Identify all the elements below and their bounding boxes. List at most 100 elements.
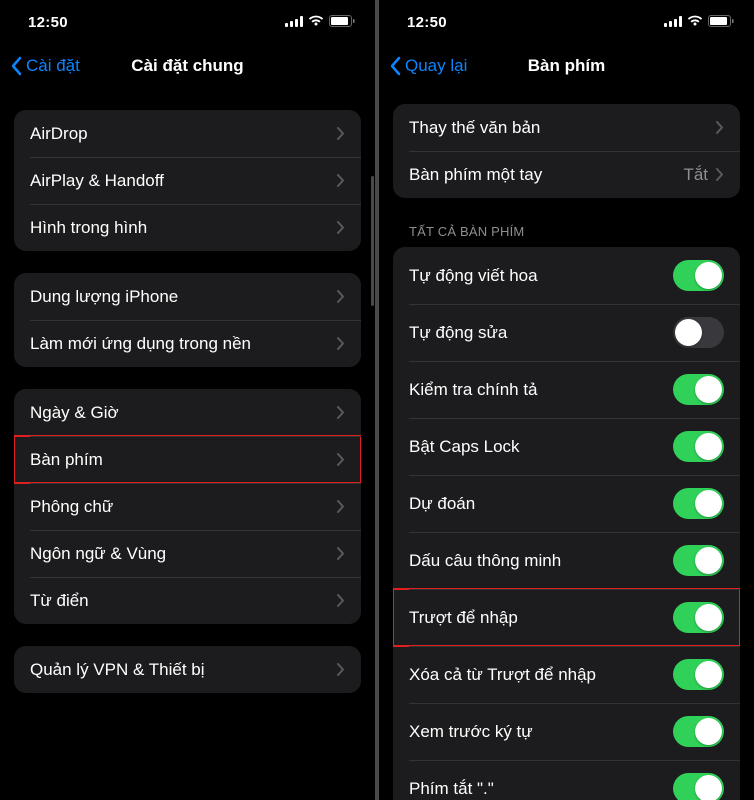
group-2: Ngày & Giờ Bàn phím Phông chữ Ngôn ngữ &… bbox=[14, 389, 361, 624]
chevron-right-icon bbox=[716, 121, 724, 134]
row-character-preview: Xem trước ký tự bbox=[393, 703, 740, 760]
row-label: Phím tắt "." bbox=[409, 779, 673, 799]
row-label: Quản lý VPN & Thiết bị bbox=[30, 660, 337, 680]
row-label: Kiểm tra chính tả bbox=[409, 380, 673, 400]
nav-bar: Cài đặt Cài đặt chung bbox=[0, 44, 375, 88]
row-pip[interactable]: Hình trong hình bbox=[14, 204, 361, 251]
signal-icon bbox=[664, 14, 682, 31]
status-time: 12:50 bbox=[28, 14, 68, 31]
content-left: AirDrop AirPlay & Handoff Hình trong hìn… bbox=[0, 88, 375, 800]
toggle-auto-capitalization[interactable] bbox=[673, 260, 724, 291]
content-right: Thay thế văn bản Bàn phím một tay Tắt TẤ… bbox=[379, 88, 754, 800]
row-check-spelling: Kiểm tra chính tả bbox=[393, 361, 740, 418]
chevron-right-icon bbox=[337, 174, 345, 187]
row-label: Bật Caps Lock bbox=[409, 437, 673, 457]
row-label: Dấu câu thông minh bbox=[409, 551, 673, 571]
row-airdrop[interactable]: AirDrop bbox=[14, 110, 361, 157]
row-label: Trượt để nhập bbox=[409, 608, 673, 628]
section-header-all-keyboards: TẤT CẢ BÀN PHÍM bbox=[393, 198, 740, 247]
row-vpn-device[interactable]: Quản lý VPN & Thiết bị bbox=[14, 646, 361, 693]
back-label: Cài đặt bbox=[26, 56, 80, 76]
wifi-icon bbox=[308, 14, 324, 31]
toggle-smart-punctuation[interactable] bbox=[673, 545, 724, 576]
battery-icon bbox=[708, 14, 734, 31]
row-one-handed-keyboard[interactable]: Bàn phím một tay Tắt bbox=[393, 151, 740, 198]
row-background-refresh[interactable]: Làm mới ứng dụng trong nền bbox=[14, 320, 361, 367]
group-top: Thay thế văn bản Bàn phím một tay Tắt bbox=[393, 104, 740, 198]
status-icons bbox=[285, 14, 355, 31]
row-language-region[interactable]: Ngôn ngữ & Vùng bbox=[14, 530, 361, 577]
toggle-predictive[interactable] bbox=[673, 488, 724, 519]
row-predictive: Dự đoán bbox=[393, 475, 740, 532]
row-caps-lock: Bật Caps Lock bbox=[393, 418, 740, 475]
row-label: Xóa cả từ Trượt để nhập bbox=[409, 665, 673, 685]
row-auto-correction: Tự động sửa bbox=[393, 304, 740, 361]
chevron-right-icon bbox=[337, 406, 345, 419]
row-text-replacement[interactable]: Thay thế văn bản bbox=[393, 104, 740, 151]
status-icons bbox=[664, 14, 734, 31]
group-toggles: Tự động viết hoa Tự động sửa Kiểm tra ch… bbox=[393, 247, 740, 800]
row-delete-slide-to-type: Xóa cả từ Trượt để nhập bbox=[393, 646, 740, 703]
row-iphone-storage[interactable]: Dung lượng iPhone bbox=[14, 273, 361, 320]
row-label: Hình trong hình bbox=[30, 218, 337, 238]
signal-icon bbox=[285, 14, 303, 31]
status-bar: 12:50 bbox=[0, 0, 375, 44]
row-label: Ngày & Giờ bbox=[30, 403, 337, 423]
chevron-right-icon bbox=[337, 290, 345, 303]
row-value: Tắt bbox=[683, 165, 708, 185]
chevron-right-icon bbox=[337, 663, 345, 676]
toggle-delete-slide-to-type[interactable] bbox=[673, 659, 724, 690]
chevron-right-icon bbox=[337, 594, 345, 607]
chevron-right-icon bbox=[337, 547, 345, 560]
chevron-right-icon bbox=[337, 453, 345, 466]
row-label: Dung lượng iPhone bbox=[30, 287, 337, 307]
row-label: Tự động viết hoa bbox=[409, 266, 673, 286]
battery-icon bbox=[329, 14, 355, 31]
scrollbar[interactable] bbox=[371, 176, 374, 306]
back-label: Quay lại bbox=[405, 56, 467, 76]
toggle-caps-lock[interactable] bbox=[673, 431, 724, 462]
row-date-time[interactable]: Ngày & Giờ bbox=[14, 389, 361, 436]
group-3: Quản lý VPN & Thiết bị bbox=[14, 646, 361, 693]
group-1: Dung lượng iPhone Làm mới ứng dụng trong… bbox=[14, 273, 361, 367]
row-label: Thay thế văn bản bbox=[409, 118, 716, 138]
row-label: Phông chữ bbox=[30, 497, 337, 517]
phone-left: 12:50 Cài đặt Cài đặt chung AirDrop AirP… bbox=[0, 0, 375, 800]
row-label: AirPlay & Handoff bbox=[30, 171, 337, 191]
chevron-left-icon bbox=[389, 56, 401, 76]
row-label: Bàn phím bbox=[30, 450, 337, 470]
toggle-character-preview[interactable] bbox=[673, 716, 724, 747]
row-fonts[interactable]: Phông chữ bbox=[14, 483, 361, 530]
row-dictionary[interactable]: Từ điển bbox=[14, 577, 361, 624]
wifi-icon bbox=[687, 14, 703, 31]
chevron-right-icon bbox=[716, 168, 724, 181]
back-button[interactable]: Quay lại bbox=[389, 56, 467, 76]
group-0: AirDrop AirPlay & Handoff Hình trong hìn… bbox=[14, 110, 361, 251]
toggle-slide-to-type[interactable] bbox=[673, 602, 724, 633]
chevron-right-icon bbox=[337, 221, 345, 234]
row-label: Ngôn ngữ & Vùng bbox=[30, 544, 337, 564]
chevron-right-icon bbox=[337, 127, 345, 140]
row-label: Tự động sửa bbox=[409, 323, 673, 343]
back-button[interactable]: Cài đặt bbox=[10, 56, 80, 76]
row-slide-to-type: Trượt để nhập bbox=[393, 589, 740, 646]
row-label: Dự đoán bbox=[409, 494, 673, 514]
row-smart-punctuation: Dấu câu thông minh bbox=[393, 532, 740, 589]
row-label: AirDrop bbox=[30, 124, 337, 144]
row-label: Làm mới ứng dụng trong nền bbox=[30, 334, 337, 354]
status-time: 12:50 bbox=[407, 14, 447, 31]
status-bar: 12:50 bbox=[379, 0, 754, 44]
chevron-right-icon bbox=[337, 337, 345, 350]
row-auto-capitalization: Tự động viết hoa bbox=[393, 247, 740, 304]
toggle-check-spelling[interactable] bbox=[673, 374, 724, 405]
row-label: Từ điển bbox=[30, 591, 337, 611]
toggle-period-shortcut[interactable] bbox=[673, 773, 724, 800]
chevron-left-icon bbox=[10, 56, 22, 76]
row-label: Xem trước ký tự bbox=[409, 722, 673, 742]
toggle-auto-correction[interactable] bbox=[673, 317, 724, 348]
row-airplay-handoff[interactable]: AirPlay & Handoff bbox=[14, 157, 361, 204]
row-keyboard[interactable]: Bàn phím bbox=[14, 436, 361, 483]
phone-right: 12:50 Quay lại Bàn phím Thay thế văn bản… bbox=[379, 0, 754, 800]
row-period-shortcut: Phím tắt "." bbox=[393, 760, 740, 800]
nav-bar: Quay lại Bàn phím bbox=[379, 44, 754, 88]
